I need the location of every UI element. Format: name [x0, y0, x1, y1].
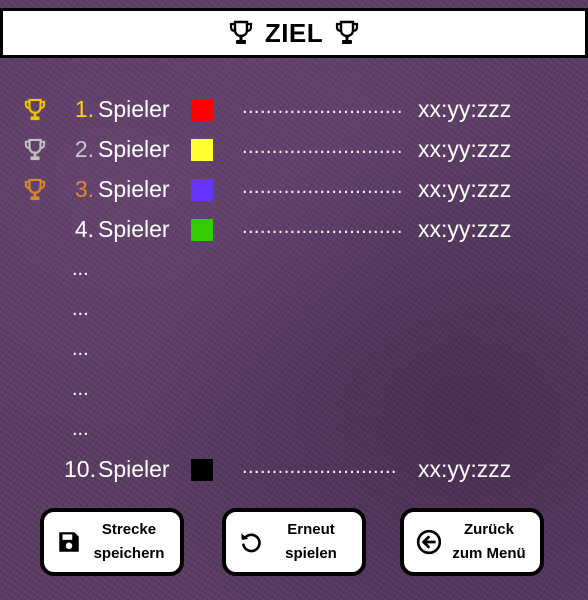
lap-time: xx:yy:zzz	[418, 216, 512, 242]
rank-label: 1.	[74, 96, 94, 122]
back-button-label-line2: zum Menü	[452, 545, 526, 562]
leaderboard-row: 2. Spieler ........................... x…	[0, 130, 588, 170]
rank-label: 3.	[74, 176, 94, 202]
omitted-row-marker: ...	[72, 298, 89, 320]
omitted-row-marker: ...	[72, 418, 89, 440]
play-again-button[interactable]: Erneut spielen	[222, 508, 366, 576]
bronze-trophy-icon	[24, 178, 46, 201]
back-to-menu-button[interactable]: Zurück zum Menü	[400, 508, 544, 576]
lap-time: xx:yy:zzz	[418, 136, 512, 162]
dot-leader: ..........................	[242, 456, 397, 478]
lap-time: xx:yy:zzz	[418, 96, 512, 122]
player-color-swatch	[191, 179, 213, 201]
lap-time: xx:yy:zzz	[418, 176, 512, 202]
title-bar: ZIEL	[0, 8, 588, 58]
rank-label: 4.	[74, 216, 94, 242]
player-color-swatch	[191, 219, 213, 241]
leaderboard-row: 1. Spieler ........................... x…	[0, 90, 588, 130]
leaderboard-row: 4. Spieler ........................... x…	[0, 210, 588, 250]
player-name: Spieler	[98, 136, 170, 162]
trophy-icon	[336, 20, 359, 44]
player-name: Spieler	[98, 176, 170, 202]
player-color-swatch	[191, 459, 213, 481]
silver-trophy-icon	[24, 138, 46, 161]
rank-label: 10.	[64, 456, 96, 482]
player-name: Spieler	[98, 96, 170, 122]
trophy-icon	[229, 20, 252, 44]
back-button-label-line1: Zurück	[463, 521, 514, 538]
player-color-swatch	[191, 99, 213, 121]
save-icon	[59, 532, 79, 552]
dot-leader: ...........................	[242, 216, 403, 238]
rank-label: 2.	[74, 136, 94, 162]
replay-button-label-line2: spielen	[285, 545, 337, 562]
omitted-row-marker: ...	[72, 378, 89, 400]
restart-icon	[241, 533, 261, 553]
save-track-button[interactable]: Strecke speichern	[40, 508, 184, 576]
gold-trophy-icon	[24, 98, 46, 121]
save-button-label-line2: speichern	[93, 545, 165, 562]
player-name: Spieler	[98, 456, 170, 482]
omitted-row-marker: ...	[72, 338, 89, 360]
player-name: Spieler	[98, 216, 170, 242]
omitted-row-marker: ...	[72, 258, 89, 280]
save-button-label-line1: Strecke	[101, 521, 157, 538]
player-color-swatch	[191, 139, 213, 161]
page-title: ZIEL	[264, 17, 324, 48]
leaderboard-row-last: 10. Spieler .......................... x…	[0, 450, 588, 490]
replay-button-label-line1: Erneut	[287, 521, 335, 538]
dot-leader: ...........................	[242, 136, 403, 158]
lap-time: xx:yy:zzz	[418, 456, 512, 482]
back-arrow-icon	[416, 529, 442, 555]
leaderboard-row: 3. Spieler ........................... x…	[0, 170, 588, 210]
dot-leader: ...........................	[242, 176, 403, 198]
dot-leader: ...........................	[242, 96, 403, 118]
